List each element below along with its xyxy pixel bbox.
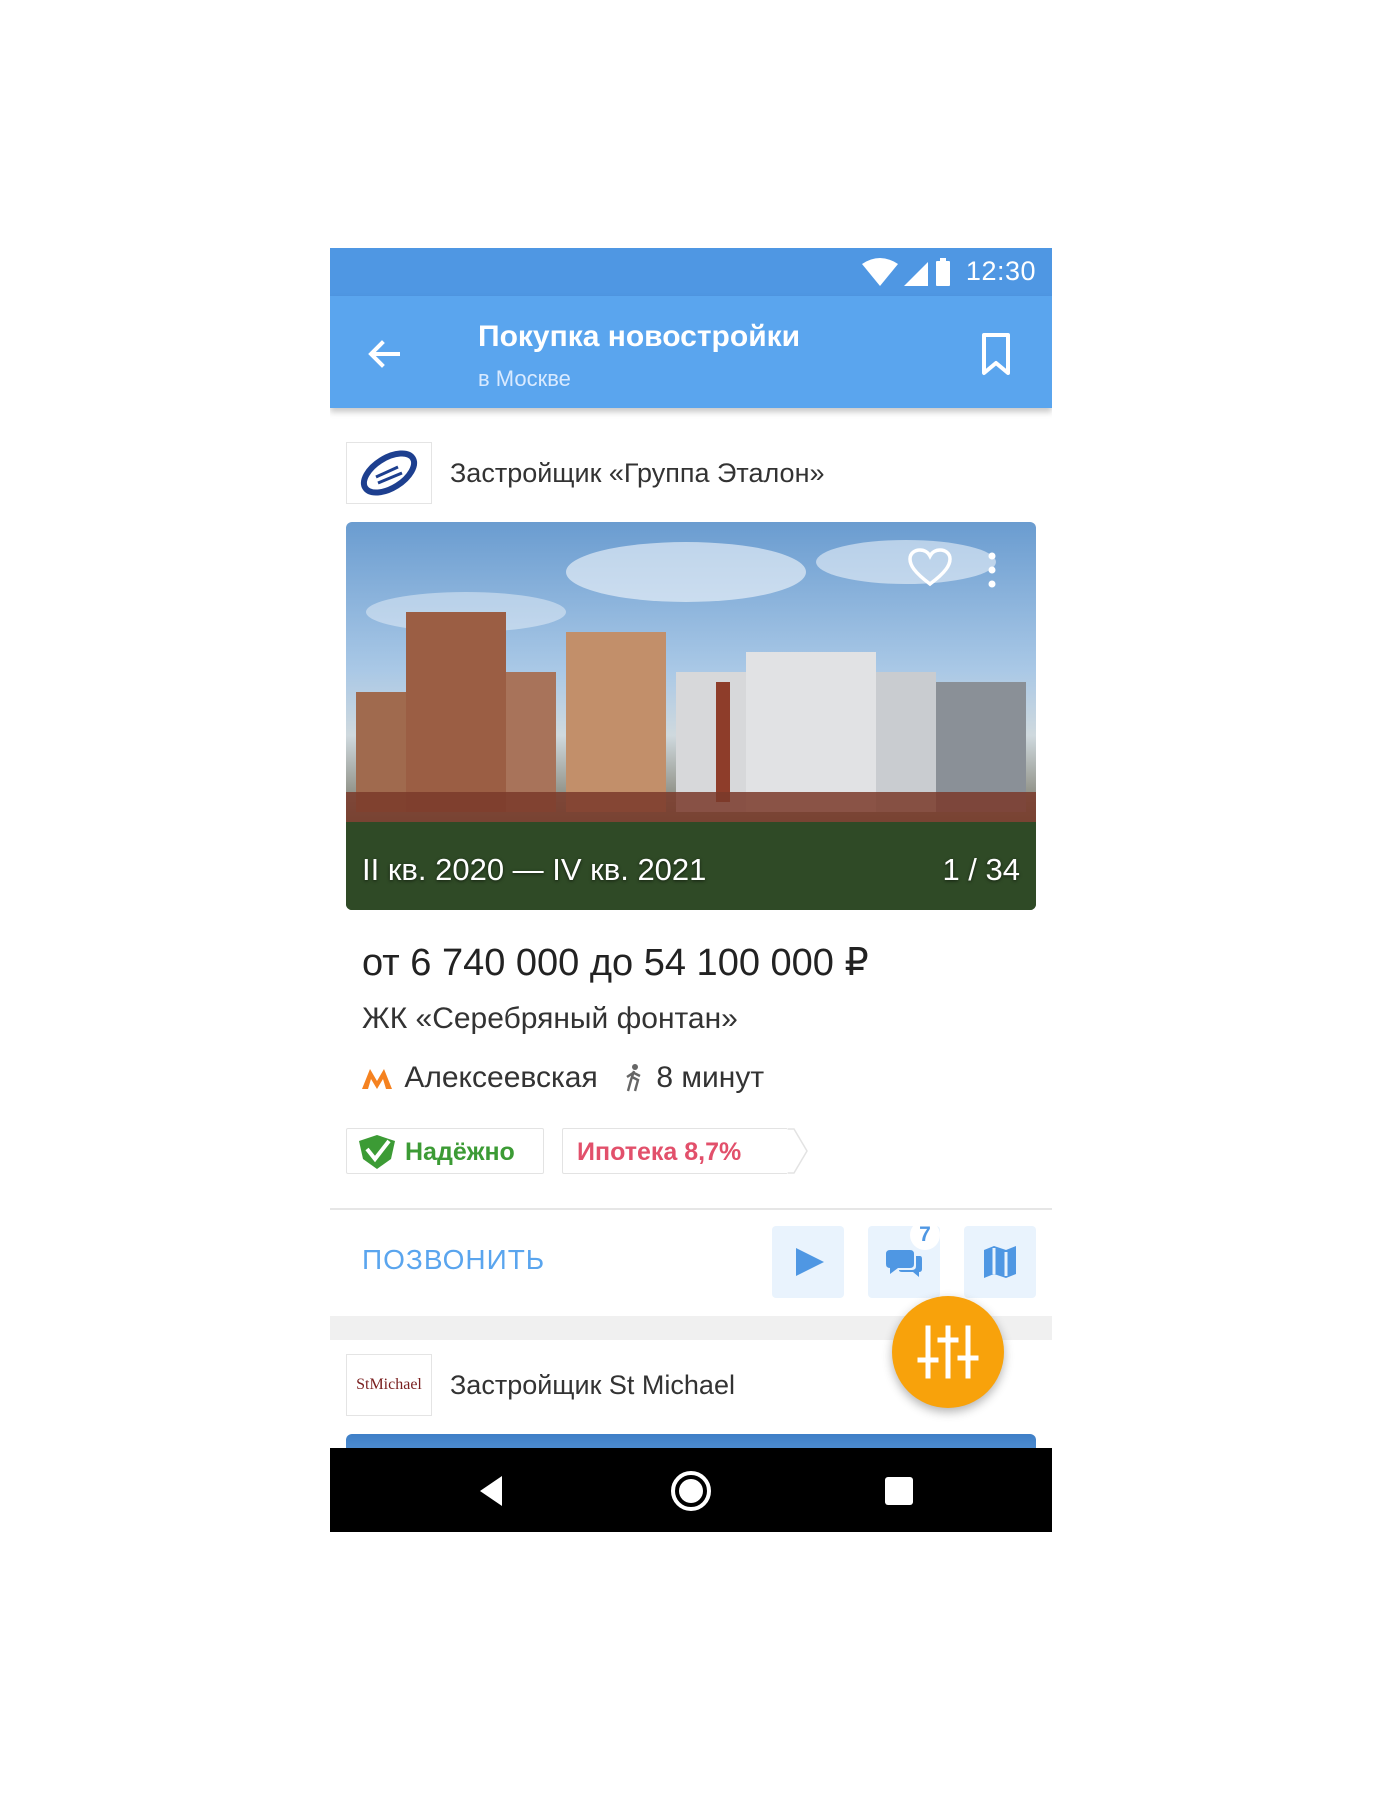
video-button[interactable] [772, 1226, 844, 1298]
favorite-heart-icon[interactable] [908, 548, 952, 588]
more-vert-icon[interactable] [986, 550, 998, 590]
mortgage-badge[interactable]: Ипотека 8,7% [562, 1128, 808, 1174]
bookmark-icon[interactable] [976, 332, 1016, 376]
status-time: 12:30 [965, 256, 1036, 286]
page-subtitle: в Москве [478, 366, 571, 391]
divider [330, 1208, 1052, 1210]
call-button[interactable]: ПОЗВОНИТЬ [362, 1244, 545, 1276]
nav-home-icon[interactable] [670, 1470, 712, 1512]
status-icons [862, 258, 950, 286]
walking-icon [626, 1064, 641, 1092]
listing-photo[interactable]: II кв. 2020 — IV кв. 2021 1 / 34 [346, 522, 1036, 910]
nav-recents-icon[interactable] [878, 1470, 920, 1512]
battery-icon [936, 258, 950, 286]
map-button[interactable] [964, 1226, 1036, 1298]
metro-row: Алексеевская 8 минут [362, 1060, 764, 1096]
developer-row[interactable]: Застройщик «Группа Эталон» [346, 442, 1036, 506]
badge-tag-edge [788, 1128, 808, 1174]
photo-counter: 1 / 34 [942, 852, 1020, 887]
filter-fab[interactable] [892, 1296, 1004, 1408]
stmichael-logo: StMichael [356, 1376, 422, 1393]
filter-sliders-icon [917, 1325, 979, 1379]
phone-screen: 12:30 Покупка новостройки в Москве Застр… [330, 248, 1052, 1532]
etalon-logo-icon [360, 450, 418, 496]
map-icon [984, 1246, 1016, 1278]
walk-time: 8 минут [656, 1061, 765, 1095]
price-range: от 6 740 000 до 54 100 000 ₽ [362, 942, 869, 984]
mortgage-label: Ипотека 8,7% [577, 1138, 742, 1166]
cellular-signal-icon [904, 262, 928, 286]
metro-station: Алексеевская [404, 1061, 598, 1095]
reliable-badge[interactable]: Надёжно [346, 1128, 544, 1174]
app-bar: Покупка новостройки в Москве [330, 296, 1052, 408]
metro-icon [362, 1069, 392, 1090]
wifi-icon [862, 258, 898, 286]
developer-name: Застройщик St Michael [450, 1370, 735, 1400]
play-icon [796, 1248, 824, 1276]
check-shield-icon [359, 1135, 395, 1169]
system-nav-bar [330, 1448, 1052, 1532]
developer-name: Застройщик «Группа Эталон» [450, 458, 825, 488]
developer-logo [346, 442, 432, 504]
status-bar: 12:30 [330, 248, 1052, 296]
developer-logo: StMichael [346, 1354, 432, 1416]
comments-count: 7 [910, 1220, 940, 1250]
complex-name[interactable]: ЖК «Серебряный фонтан» [362, 1002, 738, 1036]
page-title: Покупка новостройки [478, 320, 801, 353]
nav-back-icon[interactable] [472, 1470, 514, 1512]
reliable-label: Надёжно [405, 1138, 515, 1166]
arrow-back-icon[interactable] [364, 334, 404, 374]
comments-button[interactable]: 7 [868, 1220, 940, 1298]
construction-dates: II кв. 2020 — IV кв. 2021 [362, 852, 707, 887]
